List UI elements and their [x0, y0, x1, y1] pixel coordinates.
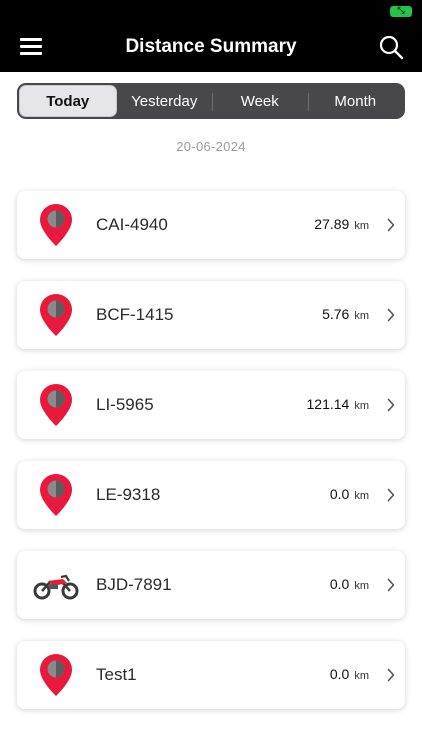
- chevron-right-icon: [387, 488, 395, 502]
- chevron-right-icon: [387, 218, 395, 232]
- tab-month[interactable]: Month: [307, 85, 404, 117]
- distance-value: 5.76: [322, 306, 350, 322]
- vehicle-name: LE-9318: [96, 485, 161, 504]
- map-pin-icon: [39, 203, 73, 247]
- chevron-right-icon: [387, 668, 395, 682]
- chevron-right-icon: [387, 398, 395, 412]
- vehicle-name: LI-5965: [96, 395, 154, 414]
- vehicle-distance: 0.0 km: [330, 486, 369, 502]
- distance-unit: km: [354, 580, 369, 592]
- distance-value: 0.0: [329, 666, 350, 682]
- distance-unit: km: [354, 490, 369, 502]
- chevron-right-icon: [387, 578, 395, 592]
- chevron-right-icon: [387, 308, 395, 322]
- vehicle-distance: 5.76 km: [322, 306, 369, 322]
- app-header: Distance Summary: [0, 22, 422, 72]
- vehicle-card[interactable]: BCF-1415 5.76 km: [17, 281, 405, 349]
- motorcycle-icon: [33, 569, 79, 601]
- map-pin-icon: [39, 473, 73, 517]
- tab-week[interactable]: Week: [212, 85, 308, 117]
- vehicle-card[interactable]: Test1 0.0 km: [17, 641, 405, 709]
- vehicle-distance: 0.0 km: [330, 666, 369, 682]
- distance-unit: km: [354, 400, 369, 412]
- period-segmented-control: Today Yesterday Week Month: [17, 83, 405, 119]
- distance-value: 121.14: [306, 396, 350, 412]
- distance-unit: km: [354, 220, 369, 232]
- search-icon[interactable]: [378, 34, 404, 60]
- map-pin-icon: [39, 293, 73, 337]
- distance-unit: km: [354, 310, 369, 322]
- vehicle-name: BJD-7891: [96, 575, 172, 594]
- vehicle-card[interactable]: BJD-7891 0.0 km: [17, 551, 405, 619]
- summary-date: 20-06-2024: [176, 139, 246, 154]
- distance-value: 27.89: [314, 216, 350, 232]
- vehicle-distance: 27.89 km: [314, 216, 369, 232]
- distance-value: 0.0: [329, 576, 350, 592]
- tab-yesterday[interactable]: Yesterday: [117, 85, 213, 117]
- distance-unit: km: [354, 670, 369, 682]
- vehicle-distance: 121.14 km: [307, 396, 370, 412]
- vehicle-name: BCF-1415: [96, 305, 174, 324]
- vehicle-card[interactable]: LE-9318 0.0 km: [17, 461, 405, 529]
- tab-today[interactable]: Today: [19, 85, 117, 117]
- map-pin-icon: [39, 383, 73, 427]
- page-title: Distance Summary: [125, 36, 297, 57]
- vehicle-card[interactable]: LI-5965 121.14 km: [17, 371, 405, 439]
- distance-value: 0.0: [329, 486, 350, 502]
- status-bar: ⤡: [0, 0, 422, 22]
- vehicle-distance: 0.0 km: [330, 576, 369, 592]
- map-pin-icon: [39, 653, 73, 697]
- vehicle-name: Test1: [96, 665, 137, 684]
- vehicle-name: CAI-4940: [96, 215, 168, 234]
- vehicle-card[interactable]: CAI-4940 27.89 km: [17, 191, 405, 259]
- battery-icon: ⤡: [390, 6, 412, 17]
